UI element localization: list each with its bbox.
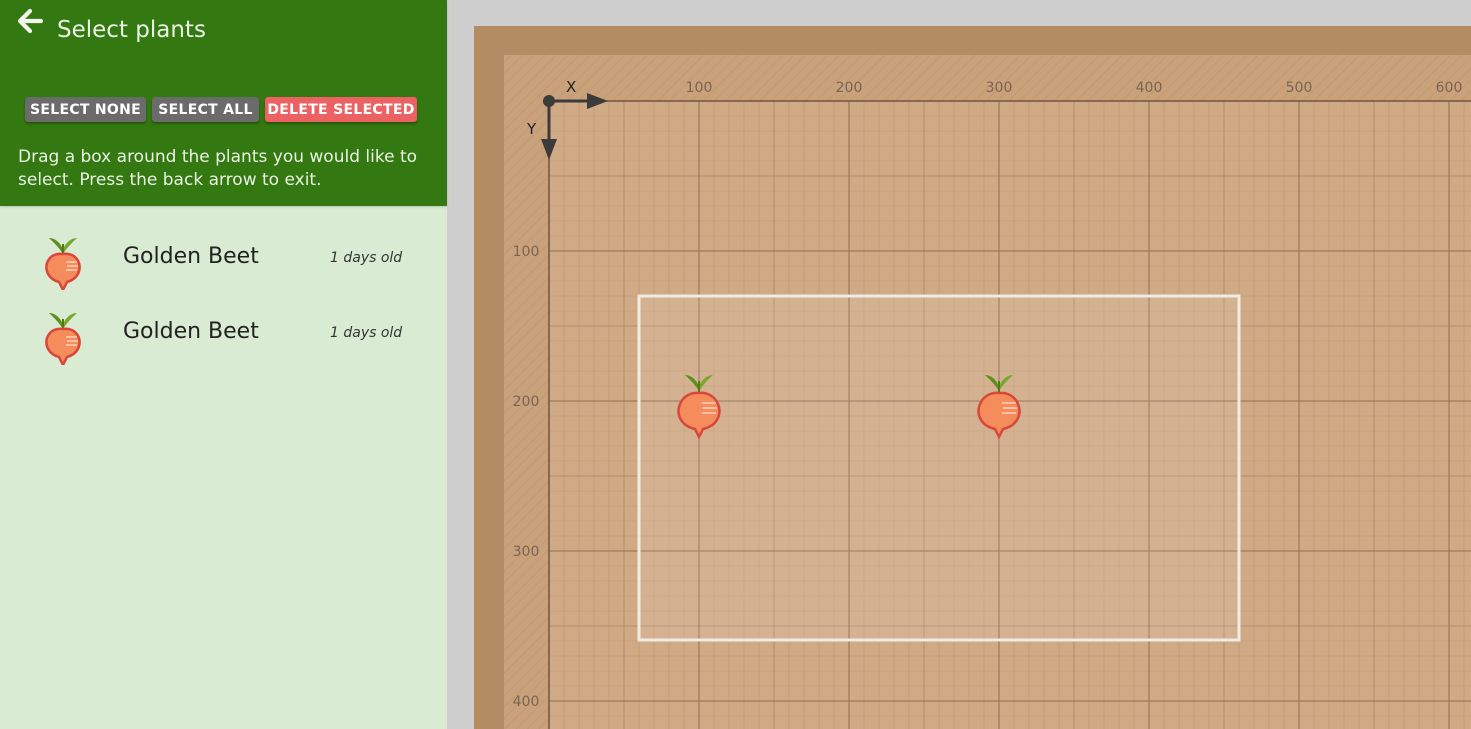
x-tick-label: 400 [1136,80,1163,96]
plant-list-item[interactable]: Golden Beet 1 days old [0,297,447,369]
select-none-button[interactable]: SELECT NONE [25,97,146,122]
x-tick-label: 300 [986,80,1013,96]
x-tick-label: 100 [686,80,713,96]
x-tick-label: 500 [1286,80,1313,96]
x-axis-label: X [566,78,576,96]
y-axis-label: Y [526,120,537,138]
garden-map[interactable]: 100 200 300 400 500 600 100 200 300 400 X Y [504,55,1471,729]
plant-selection-panel: Select plants SELECT NONE SELECT ALL DEL… [0,0,447,729]
panel-header: Select plants SELECT NONE SELECT ALL DEL… [0,0,447,206]
plant-name: Golden Beet [123,319,259,344]
instructions-text: Drag a box around the plants you would l… [18,147,418,190]
delete-selected-button[interactable]: DELETE SELECTED [265,97,417,122]
y-tick-label: 100 [513,244,540,260]
y-tick-label: 200 [513,394,540,410]
garden-grid: 100 200 300 400 500 600 100 200 300 400 X Y [504,55,1471,729]
plant-age: 1 days old [330,325,403,341]
select-all-button[interactable]: SELECT ALL [152,97,259,122]
golden-beet-icon [45,238,81,290]
y-tick-label: 300 [513,544,540,560]
panel-title: Select plants [57,17,206,43]
plant-list-item[interactable]: Golden Beet 1 days old [0,222,447,294]
x-tick-label: 200 [836,80,863,96]
plant-age: 1 days old [330,250,403,266]
plant-name: Golden Beet [123,244,259,269]
back-arrow-icon[interactable] [17,8,45,36]
y-tick-label: 400 [513,694,540,710]
selection-box[interactable] [637,294,1241,642]
golden-beet-icon [45,313,81,365]
x-tick-label: 600 [1436,80,1463,96]
